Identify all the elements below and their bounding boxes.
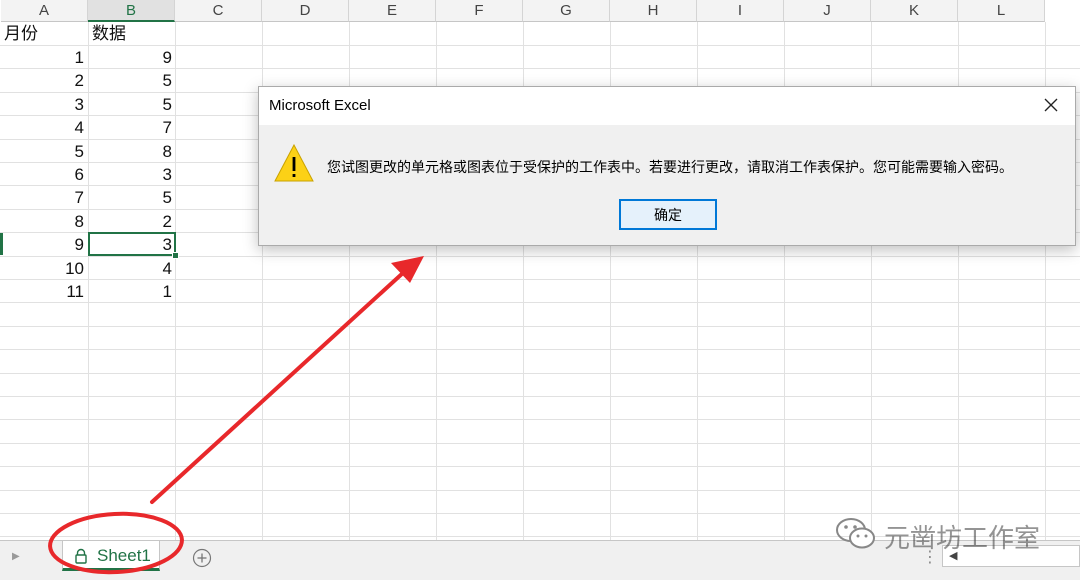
- cell-a12[interactable]: 11: [0, 280, 88, 303]
- gridline-horizontal: [0, 513, 1080, 514]
- protected-sheet-dialog: Microsoft Excel 您试图更改的单元格或图表位于受保护的工作表中。若…: [258, 86, 1076, 246]
- cell-b5[interactable]: 7: [88, 116, 176, 139]
- active-row-marker: [0, 233, 3, 255]
- ok-button[interactable]: 确定: [619, 199, 717, 230]
- cell-b11[interactable]: 4: [88, 257, 176, 280]
- column-header-i[interactable]: I: [697, 0, 784, 22]
- wechat-icon: [836, 518, 875, 549]
- gridline-horizontal: [0, 396, 1080, 397]
- cell-b6[interactable]: 8: [88, 140, 176, 163]
- fill-handle[interactable]: [172, 252, 179, 259]
- cell-a2[interactable]: 1: [0, 46, 88, 69]
- cell-b1-header[interactable]: 数据: [88, 22, 176, 45]
- dialog-message: 您试图更改的单元格或图表位于受保护的工作表中。若要进行更改，请取消工作表保护。您…: [327, 159, 1013, 175]
- column-header-h[interactable]: H: [610, 0, 697, 22]
- cell-a8[interactable]: 7: [0, 186, 88, 209]
- column-header-e[interactable]: E: [349, 0, 436, 22]
- column-header-l[interactable]: L: [958, 0, 1045, 22]
- dialog-titlebar[interactable]: Microsoft Excel: [259, 87, 1075, 125]
- cell-b4[interactable]: 5: [88, 93, 176, 116]
- close-icon[interactable]: [1039, 93, 1063, 117]
- lock-icon: [75, 548, 87, 564]
- gridline-horizontal: [0, 442, 1080, 444]
- column-header-c[interactable]: C: [175, 0, 262, 22]
- gridline-horizontal: [0, 466, 1080, 468]
- cell-b9[interactable]: 2: [88, 210, 176, 233]
- column-header-d[interactable]: D: [262, 0, 349, 22]
- gridline-horizontal: [0, 325, 1080, 327]
- sheet-tab-sheet1[interactable]: Sheet1: [62, 541, 160, 571]
- cell-a1-header[interactable]: 月份: [0, 22, 88, 45]
- cell-b12[interactable]: 1: [88, 280, 176, 303]
- column-header-a[interactable]: A: [1, 0, 88, 22]
- cell-b3[interactable]: 5: [88, 69, 176, 92]
- column-header-f[interactable]: F: [436, 0, 523, 22]
- gridline-horizontal: [0, 349, 1080, 351]
- cell-a6[interactable]: 5: [0, 140, 88, 163]
- column-header-b[interactable]: B: [88, 0, 175, 22]
- cell-b2[interactable]: 9: [88, 46, 176, 69]
- dialog-title: Microsoft Excel: [269, 97, 371, 114]
- cell-a9[interactable]: 8: [0, 210, 88, 233]
- column-header-g[interactable]: G: [523, 0, 610, 22]
- cell-a3[interactable]: 2: [0, 69, 88, 92]
- gridline-horizontal: [0, 489, 1080, 491]
- gridline-horizontal: [0, 419, 1080, 421]
- spreadsheet-grid[interactable]: ABCDEFGHIJKL 月份 数据 1 9 2 5 3 5 4 7 5 8 6 3 7 5 8 2 9 3 10 4…: [0, 0, 1080, 540]
- column-header-j[interactable]: J: [784, 0, 871, 22]
- cell-a5[interactable]: 4: [0, 116, 88, 139]
- cell-b7[interactable]: 3: [88, 163, 176, 186]
- cell-a10[interactable]: 9: [0, 233, 88, 256]
- scroll-tabs-left-icon[interactable]: ▶: [12, 551, 20, 562]
- cell-b8[interactable]: 5: [88, 186, 176, 209]
- cell-a11[interactable]: 10: [0, 257, 88, 280]
- active-cell-selection[interactable]: [88, 232, 176, 256]
- cell-a4[interactable]: 3: [0, 93, 88, 116]
- column-header-k[interactable]: K: [871, 0, 958, 22]
- gridline-horizontal: [0, 372, 1080, 374]
- watermark-text: 元凿坊工作室: [884, 523, 1041, 553]
- sheet-tab-label: Sheet1: [97, 546, 151, 565]
- warning-icon: [274, 143, 314, 182]
- cell-a7[interactable]: 6: [0, 163, 88, 186]
- add-sheet-icon[interactable]: [192, 548, 212, 568]
